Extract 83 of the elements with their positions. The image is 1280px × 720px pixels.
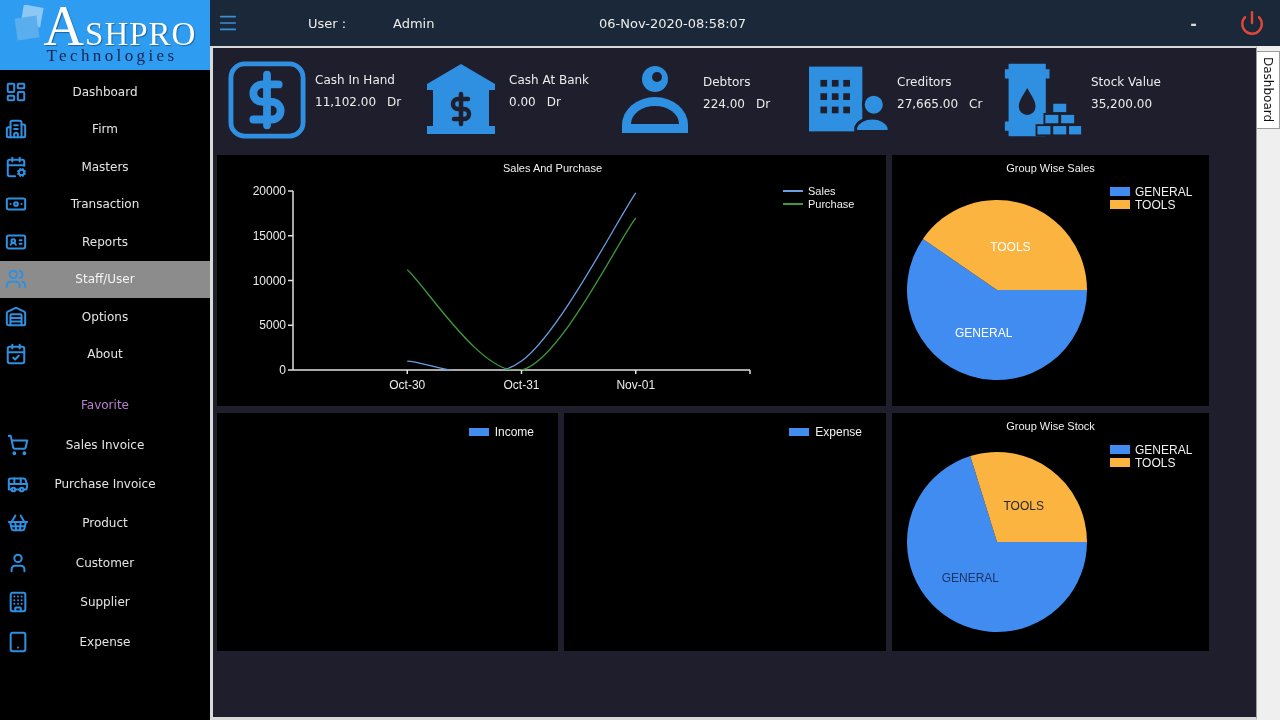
barrel-ingots-icon (1003, 61, 1083, 139)
menu-item[interactable]: Expense (0, 621, 210, 662)
axis-label: 15000 (252, 228, 286, 243)
building-person-icon (809, 65, 889, 133)
amount-value: 11,102.00 (315, 95, 377, 110)
card-label: Stock Value (1091, 75, 1161, 90)
users-icon (5, 268, 27, 291)
minimize-button[interactable]: - (1186, 13, 1201, 33)
section-heading: Favorite (81, 398, 129, 413)
slice-label: TOOLS (1003, 498, 1044, 513)
chart-title: Group Wise Stock (1006, 420, 1095, 432)
menu-item[interactable]: Product (0, 503, 210, 544)
legend-swatch-icon (1110, 200, 1130, 209)
legend-label: GENERAL (1135, 185, 1193, 199)
menu-item[interactable]: Sales Invoice (0, 425, 210, 465)
menu-item[interactable]: About (0, 335, 210, 373)
building-icon (5, 118, 27, 141)
slice-label: GENERAL (954, 325, 1013, 340)
menu-item[interactable]: Options (0, 298, 210, 336)
amount-value: 35,200.00 (1091, 97, 1153, 112)
legend-swatch-icon (468, 428, 489, 436)
menu-item[interactable]: Transaction (0, 185, 210, 223)
axis-label: 5000 (259, 318, 286, 333)
balance-type: Dr (387, 95, 402, 110)
logo-cube-icon (13, 5, 44, 43)
balance-type: Cr (969, 97, 983, 112)
bank-icon (427, 64, 495, 134)
slice-label: GENERAL (941, 571, 999, 586)
warehouse-icon (5, 305, 27, 328)
menu-item[interactable]: Dashboard (0, 73, 210, 111)
legend-swatch-icon (1110, 458, 1130, 467)
axis-label: 10000 (252, 273, 286, 288)
date-time: 06-Nov-2020-08:58:07 (599, 15, 747, 31)
amount-value: 0.00 (509, 95, 536, 110)
tablet-icon (7, 630, 29, 653)
legend-swatch-icon (1110, 445, 1130, 454)
legend-swatch-icon (789, 428, 810, 436)
legend-swatch-icon (1110, 187, 1130, 196)
person-icon (620, 65, 690, 133)
balance-type: Dr (546, 95, 561, 110)
building-icon (7, 591, 29, 614)
legend-label: GENERAL (1135, 443, 1193, 457)
axis-label: 20000 (252, 184, 286, 198)
chart-title: Sales And Purchase (502, 162, 603, 174)
logo-subtitle: Technologies (46, 47, 178, 65)
tab[interactable]: Dashboard (1257, 51, 1280, 130)
legend-line-icon (782, 190, 804, 192)
menu-item[interactable]: Masters (0, 148, 210, 186)
user-label: User : (308, 15, 347, 31)
amount-value: 224.00 (703, 97, 745, 112)
dashboard-icon (5, 80, 27, 103)
menu-item[interactable]: Supplier (0, 582, 210, 622)
menu-item[interactable]: Firm (0, 110, 210, 148)
legend-label: TOOLS (1135, 456, 1176, 470)
chart-title: Group Wise Sales (1006, 162, 1095, 174)
menu-item[interactable]: Reports (0, 223, 210, 261)
axis-label: Nov-01 (616, 378, 656, 392)
legend-label: Sales (808, 185, 836, 197)
card-label: Creditors (897, 75, 953, 90)
logo-title: ASHPRO (43, 0, 197, 47)
axis-label: Oct-31 (503, 378, 540, 392)
axis-label: Oct-30 (389, 378, 426, 392)
calendar-gear-icon (5, 155, 27, 178)
legend-label: TOOLS (1135, 198, 1176, 212)
menu-item[interactable]: Customer (0, 543, 210, 583)
card-label: Cash At Bank (509, 73, 590, 88)
card-label: Debtors (703, 75, 752, 90)
menu-item[interactable]: Purchase Invoice (0, 464, 210, 504)
cart-icon (7, 433, 29, 456)
axis-label: 0 (279, 363, 286, 377)
card-label: Cash In Hand (315, 73, 396, 88)
power-icon (1239, 10, 1265, 36)
legend-label: Expense (815, 425, 862, 439)
user-name: Admin (393, 15, 435, 31)
power-button[interactable] (1239, 10, 1265, 36)
calendar-check-icon (5, 343, 27, 366)
legend-line-icon (782, 203, 804, 205)
slice-label: TOOLS (990, 240, 1031, 255)
legend-label: Purchase (808, 198, 855, 210)
balance-type: Dr (756, 97, 771, 112)
legend-label: Income (494, 425, 534, 439)
dollar-square-icon (228, 61, 306, 139)
amount-value: 27,665.00 (897, 97, 959, 112)
